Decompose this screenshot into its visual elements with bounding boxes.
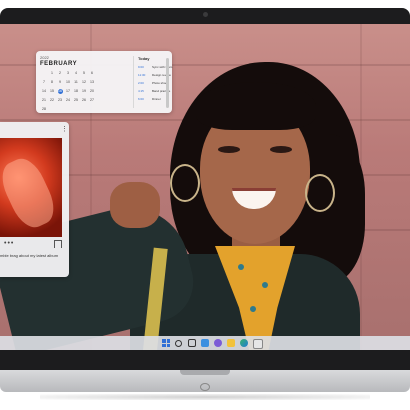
calendar-day[interactable]: 18: [72, 89, 80, 94]
calendar-day[interactable]: 24: [64, 98, 72, 103]
calendar-day[interactable]: 1: [48, 71, 56, 76]
brand-logo-icon: [200, 383, 210, 391]
calendar-day[interactable]: 13: [88, 80, 96, 85]
wallpaper-earring: [305, 174, 335, 212]
calendar-day[interactable]: 10: [64, 80, 72, 85]
calendar-day-grid: 1 2 3 4 5 6 7 8 9 10 11 12 13 14 15 16 17 18 19 20 21 22 23 24 2…: [40, 71, 100, 112]
calendar-month-title: FEBRUARY: [40, 61, 78, 67]
wallpaper-person-hand: [110, 182, 160, 228]
calendar-day[interactable]: 7: [40, 80, 48, 85]
agenda-event-title: Sync with team: [152, 65, 173, 69]
calendar-day[interactable]: 5: [80, 71, 88, 76]
wallpaper-person-fringe: [196, 82, 316, 130]
wallpaper-person-eye: [270, 146, 292, 153]
task-view-icon[interactable]: [188, 339, 196, 347]
calendar-agenda: Today 9:00 Sync with team 11:30 Design revi…: [138, 56, 200, 101]
calendar-day[interactable]: 4: [72, 71, 80, 76]
agenda-event-title: Dinner: [152, 97, 161, 101]
calendar-day[interactable]: 12: [80, 80, 88, 85]
agenda-event-time: 11:30: [138, 73, 146, 77]
agenda-event-time: 9:00: [138, 65, 144, 69]
agenda-event[interactable]: 11:30 Design review: [138, 73, 200, 77]
calendar-day: [40, 71, 48, 76]
wallpaper-person-eye: [218, 146, 240, 153]
calendar-day[interactable]: 25: [72, 98, 80, 103]
calendar-day[interactable]: 22: [48, 98, 56, 103]
agenda-event-time: 6:00: [138, 97, 144, 101]
calendar-day[interactable]: 6: [88, 71, 96, 76]
lid-opener-notch: [180, 370, 230, 375]
calendar-day[interactable]: 8: [48, 80, 56, 85]
calendar-day[interactable]: 17: [64, 89, 72, 94]
store-icon[interactable]: [253, 339, 263, 349]
wallpaper-scarf-pattern: [262, 282, 268, 288]
calendar-scrollbar[interactable]: [166, 58, 169, 108]
calendar-day[interactable]: 23: [56, 98, 64, 103]
agenda-event[interactable]: 4:15 Band practice: [138, 89, 200, 93]
calendar-day[interactable]: 14: [40, 89, 48, 94]
calendar-day[interactable]: 16: [57, 89, 63, 94]
calendar-day[interactable]: 27: [88, 98, 96, 103]
calendar-month-view: 2022 FEBRUARY 1 2 3 4 5 6 7 8 9 10 11 12 13 14 15 16 17 1…: [40, 55, 100, 112]
agenda-event-time: 4:15: [138, 89, 144, 93]
calendar-divider: [133, 56, 134, 108]
start-icon[interactable]: [162, 339, 170, 347]
calendar-day[interactable]: 3: [64, 71, 72, 76]
photo-caption: mble brag about my latest album: [0, 253, 59, 258]
agenda-heading: Today: [138, 56, 150, 61]
bottom-bezel: [0, 350, 410, 370]
chat-icon[interactable]: [214, 339, 222, 347]
calendar-day[interactable]: 9: [56, 80, 64, 85]
calendar-day[interactable]: 20: [88, 89, 96, 94]
photo-subject: [0, 152, 61, 234]
calendar-day[interactable]: 26: [80, 98, 88, 103]
calendar-day[interactable]: 15: [48, 89, 56, 94]
laptop-shadow: [40, 394, 370, 400]
webcam: [203, 12, 208, 17]
edge-icon[interactable]: [240, 339, 248, 347]
agenda-event-list: 9:00 Sync with team 11:30 Design review 2:00…: [138, 65, 200, 101]
calendar-widget[interactable]: 2022 FEBRUARY 1 2 3 4 5 6 7 8 9 10 11 12 13 14 15 16 17 1…: [36, 51, 172, 113]
wallpaper-scarf-pattern: [250, 306, 256, 312]
wallpaper-scarf-pattern: [238, 264, 244, 270]
more-options-icon[interactable]: ⋮: [61, 125, 68, 133]
photo-dots-icon[interactable]: •••: [4, 240, 14, 247]
agenda-event[interactable]: 2:00 Photo shoot: [138, 81, 200, 85]
calendar-day[interactable]: 28: [40, 107, 48, 112]
bookmark-icon[interactable]: [54, 240, 62, 248]
calendar-day[interactable]: 21: [40, 98, 48, 103]
calendar-day[interactable]: 2: [56, 71, 64, 76]
agenda-event[interactable]: 6:00 Dinner: [138, 97, 200, 101]
widgets-icon[interactable]: [201, 339, 209, 347]
calendar-day[interactable]: 11: [72, 80, 80, 85]
file-explorer-icon[interactable]: [227, 339, 235, 347]
calendar-year: 2022: [40, 55, 49, 60]
search-icon[interactable]: [175, 340, 182, 347]
agenda-event-time: 2:00: [138, 81, 144, 85]
calendar-day[interactable]: 19: [80, 89, 88, 94]
wallpaper-earring: [170, 164, 200, 202]
photo-thumbnail[interactable]: [0, 138, 62, 237]
agenda-event[interactable]: 9:00 Sync with team: [138, 65, 200, 69]
